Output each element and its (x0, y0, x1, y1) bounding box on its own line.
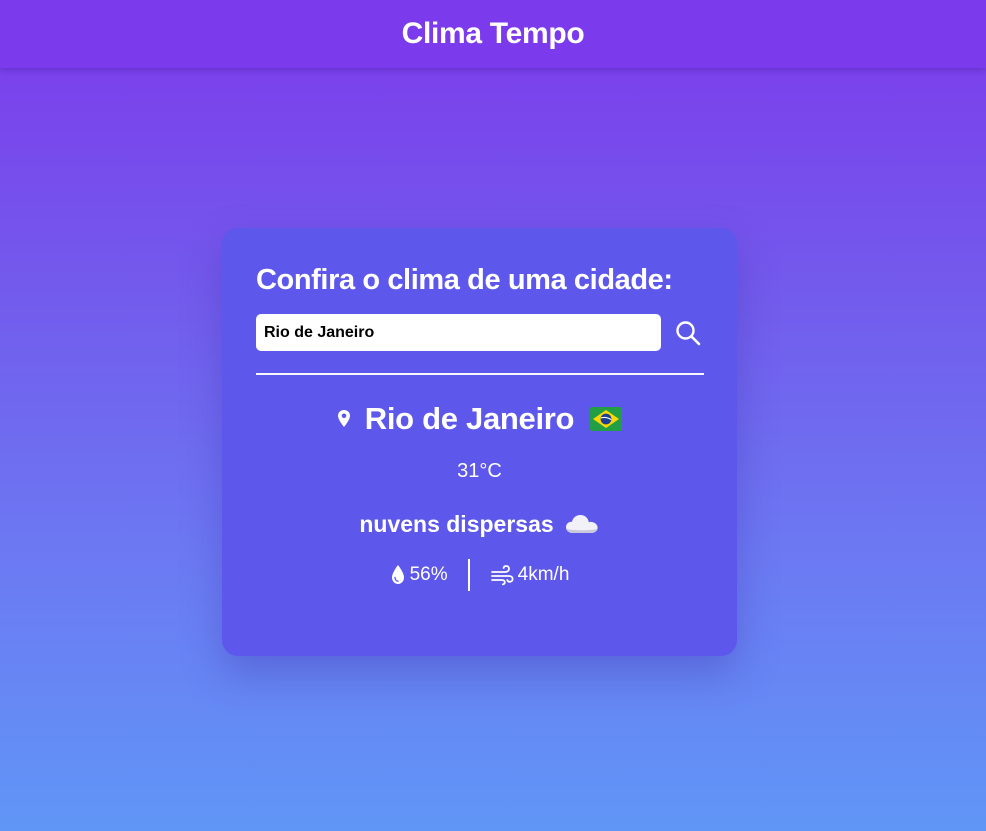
cloud-icon (565, 515, 598, 533)
app-title: Clima Tempo (401, 17, 585, 50)
humidity-value: 56% (409, 564, 448, 585)
search-button[interactable] (673, 318, 703, 348)
details-divider (467, 559, 470, 591)
weather-card: Confira o clima de uma cidade: Rio de Ja… (222, 228, 737, 656)
search-icon (676, 320, 701, 345)
map-pin-icon (337, 410, 350, 427)
wind-value: 4km/h (517, 564, 570, 585)
divider (256, 373, 704, 375)
details-row: 56% 4km/h (256, 559, 703, 591)
weather-description: nuvens dispersas (359, 510, 554, 537)
search-row (256, 314, 703, 351)
humidity: 56% (390, 564, 448, 586)
city-search-input[interactable] (256, 314, 662, 351)
search-heading: Confira o clima de uma cidade: (256, 264, 673, 296)
app-header: Clima Tempo (0, 0, 986, 68)
description-row: nuvens dispersas (256, 507, 703, 541)
location-row: Rio de Janeiro (256, 399, 703, 439)
brazil-flag (590, 407, 623, 431)
wind: 4km/h (490, 564, 570, 586)
temperature: 31°C (457, 460, 502, 482)
droplet-icon (391, 565, 404, 584)
city-name: Rio de Janeiro (364, 401, 575, 436)
wind-icon (490, 565, 514, 586)
